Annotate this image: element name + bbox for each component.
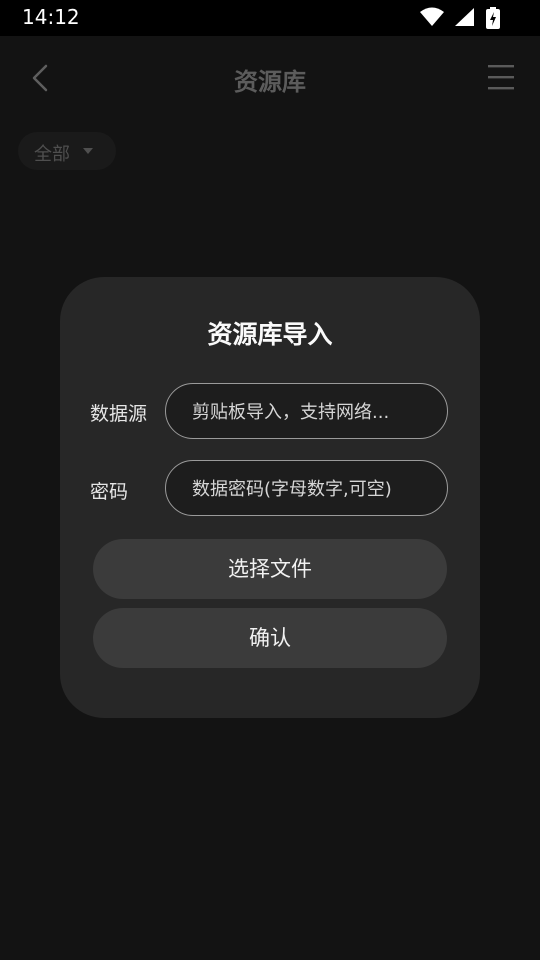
- password-placeholder: 数据密码(字母数字,可空): [192, 479, 392, 500]
- confirm-button[interactable]: 确认: [93, 608, 447, 668]
- menu-button[interactable]: [486, 62, 516, 92]
- status-bar: 14:12: [0, 0, 540, 36]
- caret-down-icon: [83, 148, 93, 154]
- status-time: 14:12: [22, 5, 80, 29]
- source-placeholder: 剪贴板导入，支持网络...: [192, 402, 390, 423]
- filter-label: 全部: [34, 144, 70, 165]
- app-bar: 资源库: [0, 36, 540, 122]
- menu-icon: [488, 65, 514, 90]
- wifi-icon: [420, 7, 444, 26]
- password-label: 密码: [90, 481, 129, 503]
- import-dialog: 资源库导入 数据源 剪贴板导入，支持网络... 密码 数据密码(字母数字,可空)…: [60, 277, 480, 718]
- page-title: 资源库: [234, 68, 306, 96]
- source-label: 数据源: [90, 403, 148, 425]
- choose-file-button[interactable]: 选择文件: [93, 539, 447, 599]
- battery-charging-icon: [486, 7, 500, 29]
- dialog-title: 资源库导入: [207, 320, 333, 349]
- filter-dropdown[interactable]: 全部: [18, 132, 116, 170]
- password-input[interactable]: 数据密码(字母数字,可空): [165, 460, 448, 516]
- source-input[interactable]: 剪贴板导入，支持网络...: [165, 383, 448, 439]
- cellular-signal-icon: [455, 8, 474, 26]
